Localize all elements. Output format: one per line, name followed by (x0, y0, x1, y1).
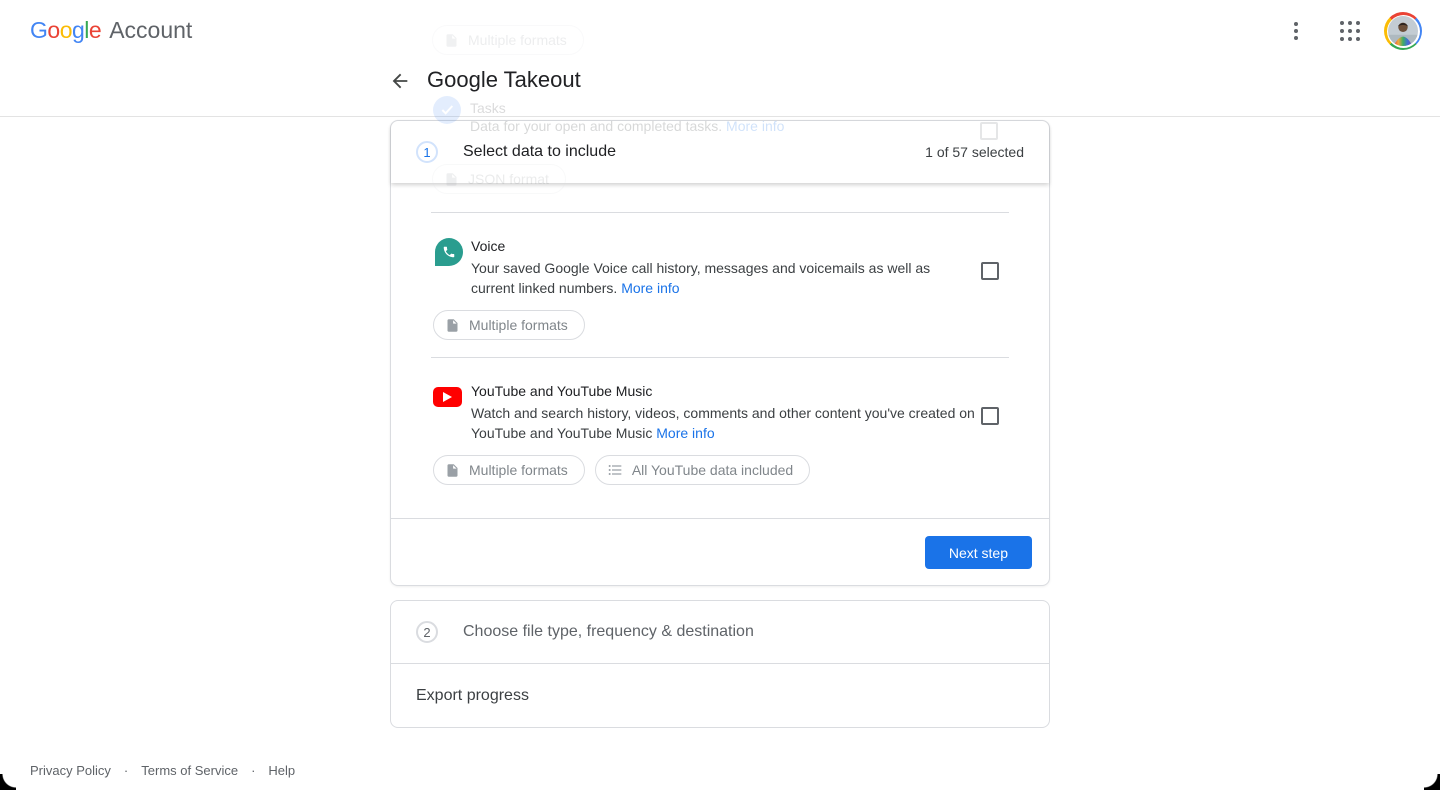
product-name: Account (109, 17, 192, 44)
privacy-policy-link[interactable]: Privacy Policy (30, 763, 111, 778)
chip-label: Multiple formats (469, 462, 568, 478)
footer-separator: · (251, 763, 255, 778)
footer-separator: · (124, 763, 128, 778)
list-icon (607, 462, 623, 478)
export-progress-section[interactable]: Export progress (391, 664, 1049, 728)
file-icon (445, 318, 460, 333)
logo-letter: e (89, 17, 101, 44)
choose-file-type-section[interactable]: 2 Choose file type, frequency & destinat… (391, 601, 1049, 663)
chip-label: All YouTube data included (632, 462, 793, 478)
logo-letter: G (30, 17, 47, 44)
lower-card: 2 Choose file type, frequency & destinat… (390, 600, 1050, 728)
step-2-badge: 2 (416, 621, 438, 643)
more-info-link[interactable]: More info (621, 280, 679, 296)
select-data-title: Select data to include (463, 143, 616, 161)
footer: Privacy Policy · Terms of Service · Help (30, 763, 295, 778)
chip-label: Multiple formats (469, 317, 568, 333)
choose-file-type-title: Choose file type, frequency & destinatio… (463, 623, 754, 641)
google-account-logo[interactable]: Google Account (30, 17, 192, 44)
back-button[interactable] (387, 68, 413, 94)
select-data-card: 1 Select data to include 1 of 57 selecte… (390, 120, 1050, 586)
file-icon (445, 463, 460, 478)
screen-corner (0, 774, 16, 790)
divider (431, 357, 1009, 358)
more-vert-icon (1294, 22, 1298, 40)
step-1-badge: 1 (416, 141, 438, 163)
terms-of-service-link[interactable]: Terms of Service (141, 763, 238, 778)
chip-row-youtube: Multiple formats All YouTube data includ… (433, 455, 810, 485)
selected-count: 1 of 57 selected (925, 144, 1024, 160)
chip-multiple-formats[interactable]: Multiple formats (433, 455, 585, 485)
app-header: Google Account (0, 0, 1440, 117)
youtube-icon (433, 387, 462, 407)
checkbox-youtube[interactable] (981, 407, 999, 425)
chip-all-youtube-data[interactable]: All YouTube data included (595, 455, 810, 485)
chip-row-voice: Multiple formats (433, 310, 585, 340)
account-avatar[interactable] (1384, 12, 1422, 50)
back-arrow-icon (389, 70, 411, 92)
divider (431, 212, 1009, 213)
more-options-button[interactable] (1276, 11, 1316, 51)
avatar-photo (1388, 16, 1418, 46)
item-title-youtube: YouTube and YouTube Music (471, 383, 652, 399)
item-description-voice: Your saved Google Voice call history, me… (471, 258, 963, 298)
chip-multiple-formats[interactable]: Multiple formats (433, 310, 585, 340)
account-header-row: Google Account (0, 0, 1440, 62)
item-title-voice: Voice (471, 238, 505, 254)
page-title: Google Takeout (427, 67, 581, 93)
help-link[interactable]: Help (268, 763, 295, 778)
checkbox-voice[interactable] (981, 262, 999, 280)
logo-letter: o (47, 17, 59, 44)
next-step-button[interactable]: Next step (925, 536, 1032, 569)
screen-corner (1424, 774, 1440, 790)
divider (391, 518, 1049, 519)
page: Google Account (0, 0, 1440, 790)
more-info-link[interactable]: More info (656, 425, 714, 441)
takeout-header-row: Google Takeout (0, 62, 1440, 117)
google-voice-icon (435, 238, 463, 266)
logo-letter: o (60, 17, 72, 44)
google-apps-button[interactable] (1330, 11, 1370, 51)
play-icon (443, 392, 452, 402)
item-description-youtube: Watch and search history, videos, commen… (471, 403, 975, 443)
export-progress-title: Export progress (416, 687, 529, 705)
logo-letter: g (72, 17, 84, 44)
select-data-header: 1 Select data to include 1 of 57 selecte… (391, 121, 1049, 183)
apps-grid-icon (1340, 21, 1360, 41)
header-actions (1276, 11, 1422, 51)
